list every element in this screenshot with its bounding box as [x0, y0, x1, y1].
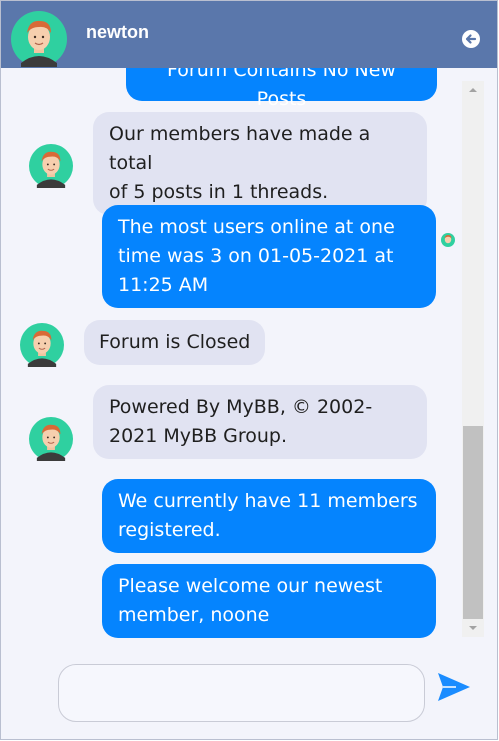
message-line: The most users online at one	[118, 216, 395, 238]
outgoing-message: We currently have 11 members registered.	[102, 479, 436, 553]
chat-contact-name: newton	[86, 22, 149, 42]
message-list[interactable]: Forum Contains No New Posts Our members …	[1, 68, 497, 644]
user-avatar-icon	[20, 323, 64, 367]
user-avatar-icon	[29, 144, 73, 188]
user-avatar-icon[interactable]	[11, 11, 67, 67]
outgoing-message: Please welcome our newest member, noone	[102, 564, 436, 638]
message-line: 11:25 AM	[118, 274, 209, 296]
scroll-down-arrow-icon[interactable]	[462, 619, 484, 637]
message-line: of 5 posts in 1 threads.	[109, 181, 329, 203]
incoming-message: Our members have made a total of 5 posts…	[93, 112, 427, 215]
incoming-message: Forum is Closed	[84, 320, 266, 365]
scrollbar-thumb[interactable]	[463, 426, 483, 619]
message-line: Please welcome our newest	[118, 575, 383, 597]
send-icon[interactable]	[436, 669, 472, 705]
incoming-message: Powered By MyBB, © 2002- 2021 MyBB Group…	[93, 385, 427, 459]
message-line: We currently have 11 members	[118, 490, 418, 512]
chat-window: newton Forum Contains No New Posts Our m…	[0, 0, 498, 740]
message-line: member, noone	[118, 604, 270, 626]
message-input[interactable]	[58, 664, 425, 722]
outgoing-message: Forum Contains No New Posts	[126, 68, 437, 110]
message-text: Forum Contains No New Posts	[167, 68, 396, 110]
message-line: registered.	[118, 519, 221, 541]
user-avatar-icon	[441, 233, 455, 247]
message-line: time was 3 on 01-05-2021 at	[118, 245, 394, 267]
chat-header: newton	[1, 1, 497, 68]
outgoing-message: The most users online at one time was 3 …	[102, 205, 436, 308]
message-line: Powered By MyBB, © 2002-	[109, 396, 373, 418]
message-scrollbar[interactable]	[462, 81, 484, 637]
message-composer	[1, 644, 497, 739]
message-line: 2021 MyBB Group.	[109, 425, 288, 447]
message-line: Our members have made a total	[109, 123, 371, 174]
user-avatar-icon	[29, 417, 73, 461]
back-arrow-icon[interactable]	[461, 29, 481, 49]
message-text: Forum is Closed	[99, 331, 251, 353]
scroll-up-arrow-icon[interactable]	[462, 81, 484, 99]
